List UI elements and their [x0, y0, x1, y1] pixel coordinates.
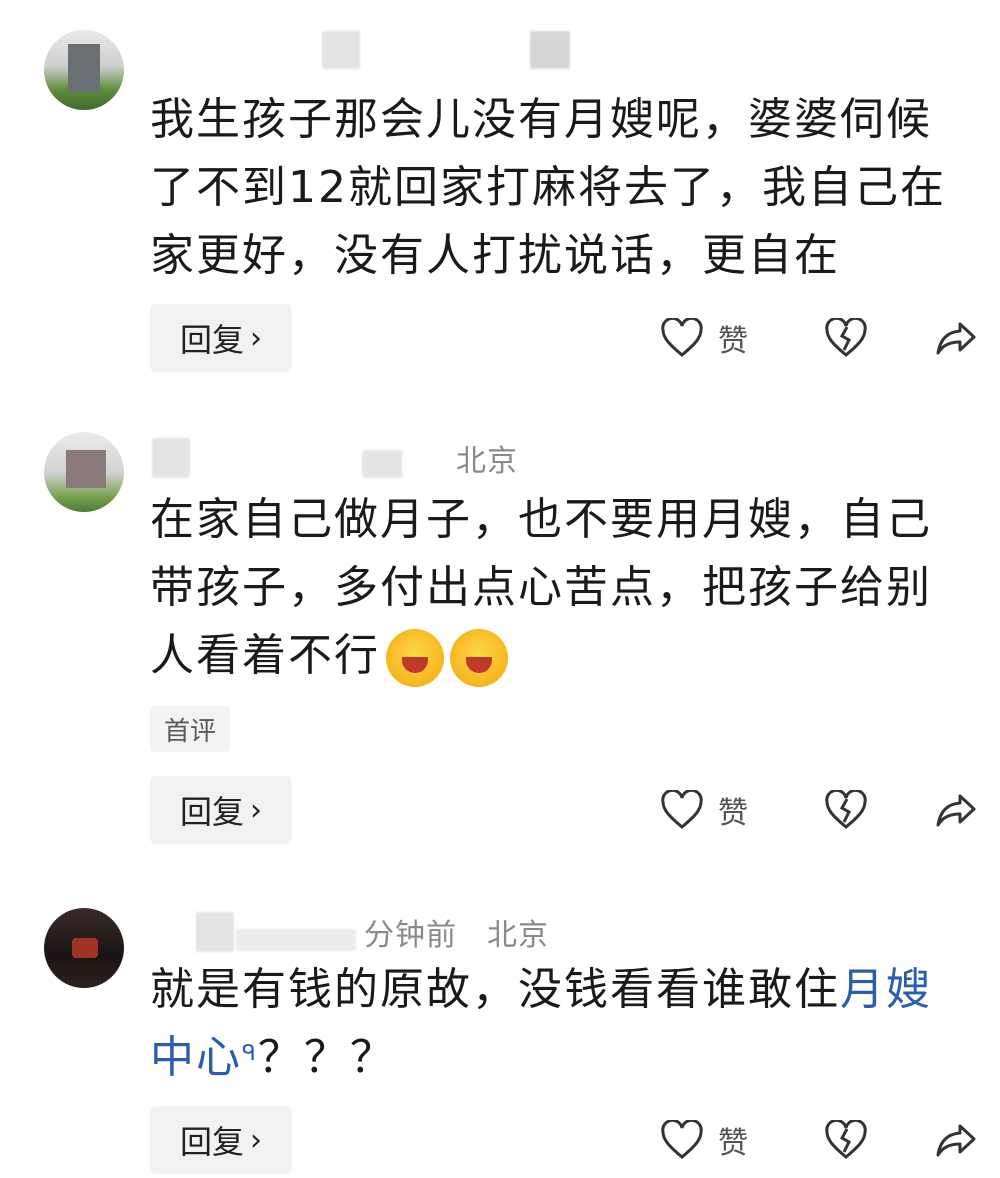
dislike-button[interactable]	[824, 1110, 868, 1170]
comment-text: 就是有钱的原故，没钱看看谁敢住月嫂中心ᑫ？？？	[150, 956, 960, 1092]
username-redacted	[236, 929, 356, 951]
comment-text-content: 在家自己做月子，也不要用月嫂，自己带孩子，多付出点心苦点，把孩子给别人看着不行	[150, 494, 932, 681]
dislike-button[interactable]	[824, 780, 868, 840]
like-button[interactable]: 赞	[660, 780, 748, 840]
username-redacted	[530, 31, 570, 69]
dislike-button[interactable]	[824, 308, 868, 368]
like-button[interactable]: 赞	[660, 308, 748, 368]
reply-button[interactable]: 回复 ›	[150, 1106, 292, 1174]
like-label: 赞	[718, 1126, 748, 1161]
share-button[interactable]	[934, 780, 978, 840]
heart-outline-icon	[661, 1120, 703, 1159]
heart-outline-icon	[661, 318, 703, 357]
share-arrow-icon	[936, 322, 976, 355]
comment-item: 我生孩子那会儿没有月嫂呢，婆婆伺候了不到12就回家打麻将去了，我自己在家更好，没…	[0, 0, 1000, 390]
search-icon[interactable]: ᑫ	[242, 1041, 258, 1066]
avatar[interactable]	[44, 908, 124, 988]
reply-button[interactable]: 回复 ›	[150, 776, 292, 844]
reply-label: 回复	[179, 1123, 244, 1161]
like-label: 赞	[718, 796, 748, 831]
comment-meta	[152, 28, 570, 72]
heart-outline-icon	[661, 790, 703, 829]
share-arrow-icon	[936, 1124, 976, 1157]
avatar[interactable]	[44, 30, 124, 110]
comment-text-after-link: ？？？	[257, 1032, 396, 1083]
share-button[interactable]	[934, 1110, 978, 1170]
reply-label: 回复	[179, 793, 244, 831]
username-redacted[interactable]	[152, 438, 190, 478]
comment-time: 分钟前	[364, 918, 457, 953]
comment-actions: 赞	[660, 1110, 980, 1170]
broken-heart-icon	[825, 1120, 867, 1159]
comment-meta: 分钟前 北京	[152, 910, 549, 954]
comment-location: 北京	[456, 444, 518, 479]
first-comment-badge: 首评	[150, 706, 231, 752]
laughing-crying-emoji-icon	[386, 629, 444, 687]
like-button[interactable]: 赞	[660, 1110, 748, 1170]
comment-location: 北京	[487, 918, 549, 953]
reply-button[interactable]: 回复 ›	[150, 304, 292, 372]
username-redacted	[362, 450, 402, 478]
broken-heart-icon	[825, 790, 867, 829]
chevron-right-icon: ›	[250, 792, 262, 828]
share-button[interactable]	[934, 308, 978, 368]
avatar[interactable]	[44, 432, 124, 512]
username-redacted[interactable]	[322, 31, 360, 69]
comment-item: 北京 在家自己做月子，也不要用月嫂，自己带孩子，多付出点心苦点，把孩子给别人看着…	[0, 390, 1000, 870]
chevron-right-icon: ›	[250, 320, 262, 356]
broken-heart-icon	[825, 318, 867, 357]
comment-text-before-link: 就是有钱的原故，没钱看看谁敢住	[150, 964, 840, 1015]
laughing-crying-emoji-icon	[450, 629, 508, 687]
reply-label: 回复	[179, 321, 244, 359]
username-redacted[interactable]	[196, 912, 234, 952]
comment-meta: 北京	[152, 436, 518, 480]
comment-text: 在家自己做月子，也不要用月嫂，自己带孩子，多付出点心苦点，把孩子给别人看着不行	[150, 486, 960, 690]
comment-item: 分钟前 北京 就是有钱的原故，没钱看看谁敢住月嫂中心ᑫ？？？ 回复 › 赞	[0, 870, 1000, 1178]
comment-text: 我生孩子那会儿没有月嫂呢，婆婆伺候了不到12就回家打麻将去了，我自己在家更好，没…	[150, 94, 946, 281]
share-arrow-icon	[936, 794, 976, 827]
comment-actions: 赞	[660, 780, 980, 840]
like-label: 赞	[718, 324, 748, 359]
comment-actions: 赞	[660, 308, 980, 368]
chevron-right-icon: ›	[250, 1122, 262, 1158]
